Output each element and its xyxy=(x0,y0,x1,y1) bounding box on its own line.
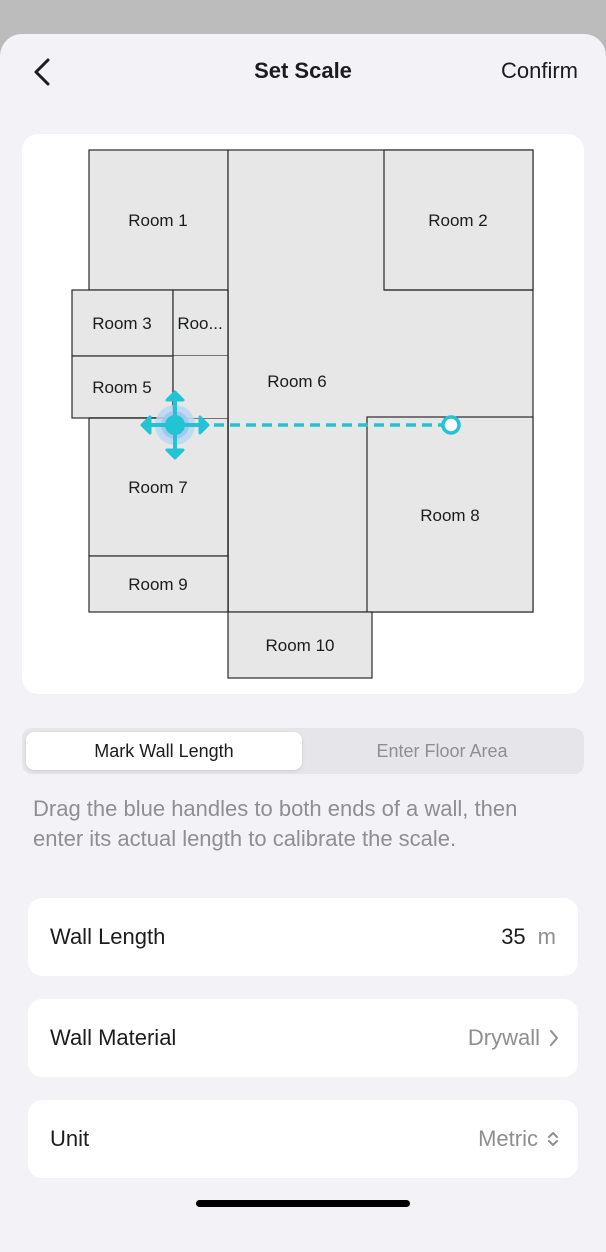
unit-label: Unit xyxy=(50,1126,90,1151)
room-label: Room 3 xyxy=(92,314,152,333)
mode-segmented-control: Mark Wall Length Enter Floor Area xyxy=(22,728,584,774)
floor-plan: Room 1 Room 2 Room 3 Roo... Room 5 Room … xyxy=(71,149,534,679)
unit-row[interactable]: Unit Metric xyxy=(28,1100,578,1178)
room-label: Room 9 xyxy=(128,575,188,594)
room-label: Room 5 xyxy=(92,378,152,397)
chevron-up-down-icon xyxy=(546,1129,560,1149)
floor-plan-card: Room 1 Room 2 Room 3 Roo... Room 5 Room … xyxy=(22,134,584,694)
tab-mark-wall-length[interactable]: Mark Wall Length xyxy=(26,732,302,770)
navigation-bar: Set Scale Confirm xyxy=(0,34,606,114)
home-indicator xyxy=(196,1200,410,1207)
chevron-right-icon xyxy=(548,1028,560,1048)
room-label: Room 2 xyxy=(428,211,488,230)
tab-enter-floor-area[interactable]: Enter Floor Area xyxy=(304,732,580,770)
room-label: Room 6 xyxy=(267,372,327,391)
room-label: Roo... xyxy=(177,314,222,333)
wall-material-label: Wall Material xyxy=(50,1025,177,1050)
wall-length-unit: m xyxy=(537,924,556,949)
set-scale-sheet: Set Scale Confirm Room 1 Room 2 Room 3 R… xyxy=(0,34,606,1252)
wall-length-value-group: m xyxy=(465,898,560,976)
wall-material-row[interactable]: Wall Material Drywall xyxy=(28,999,578,1077)
room-label: Room 1 xyxy=(128,211,188,230)
end-handle[interactable] xyxy=(441,415,461,435)
room-label: Room 10 xyxy=(266,636,335,655)
confirm-button[interactable]: Confirm xyxy=(501,58,578,84)
room-label: Room 8 xyxy=(420,506,480,525)
wall-length-row: Wall Length m xyxy=(28,898,578,976)
instructions-text: Drag the blue handles to both ends of a … xyxy=(33,796,518,851)
wall-length-label: Wall Length xyxy=(50,924,166,949)
unit-value-group: Metric xyxy=(478,1100,560,1178)
wall-material-value-group: Drywall xyxy=(468,999,560,1077)
unit-value: Metric xyxy=(478,1126,538,1151)
room-label: Room 7 xyxy=(128,478,188,497)
wall-material-value: Drywall xyxy=(467,1025,540,1050)
wall-length-input[interactable] xyxy=(465,924,526,950)
